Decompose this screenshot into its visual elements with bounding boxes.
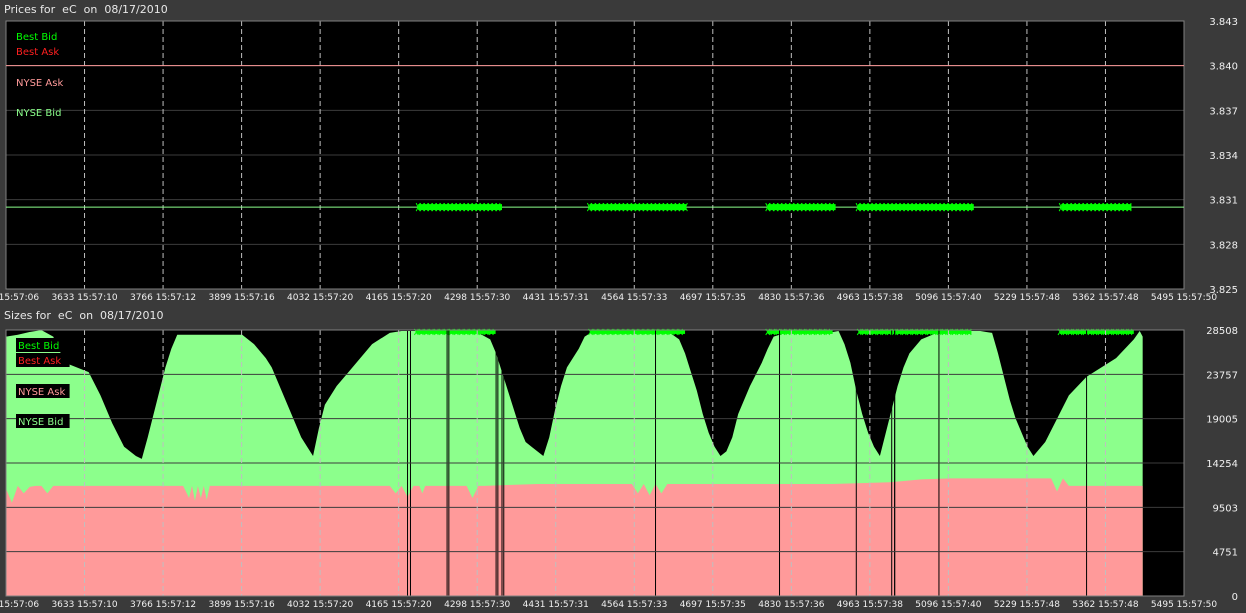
x-tick-label: 3633 15:57:10 (51, 600, 117, 610)
x-tick-label: 5096 15:57:40 (915, 600, 981, 610)
y-tick-label: 19005 (1206, 415, 1238, 426)
x-tick-label: 3766 15:57:12 (130, 293, 196, 303)
x-tick-label: 4963 15:57:38 (837, 600, 903, 610)
x-tick-label: 3766 15:57:12 (130, 600, 196, 610)
legend-best-ask: Best Ask (18, 356, 61, 367)
y-tick-label: 0 (1232, 592, 1238, 603)
best-bid-segment (767, 204, 836, 211)
x-tick-label: 4697 15:57:35 (680, 293, 746, 303)
x-tick-label: 5362 15:57:48 (1072, 293, 1138, 303)
x-tick-label: 4963 15:57:38 (837, 293, 903, 303)
sizes-panel: Sizes for eC on 08/17/2010 28508 23757 190… (0, 306, 1246, 613)
legend-best-bid: Best Bid (16, 32, 57, 43)
x-tick-label: 5495 15:57:50 (1151, 600, 1217, 610)
x-tick-label: 5362 15:57:48 (1072, 600, 1138, 610)
legend-nyse-ask: NYSE Ask (16, 78, 63, 89)
x-tick-label: 5495 15:57:50 (1151, 293, 1217, 303)
y-tick-label: 3.840 (1209, 62, 1238, 73)
y-tick-label: 9503 (1213, 503, 1238, 514)
y-tick-label: 3.834 (1209, 151, 1238, 162)
x-tick-label: 4697 15:57:35 (680, 600, 746, 610)
x-tick-label: 4032 15:57:20 (287, 600, 353, 610)
x-tick-label: 3899 15:57:16 (209, 293, 275, 303)
legend-nyse-ask: NYSE Ask (18, 387, 65, 398)
x-tick-label: 5096 15:57:40 (915, 293, 981, 303)
y-tick-label: 28508 (1206, 326, 1238, 337)
y-tick-label: 14254 (1206, 459, 1238, 470)
area-nyse-ask (6, 478, 1143, 596)
x-tick-label: 3899 15:57:16 (209, 600, 275, 610)
y-tick-label: 3.837 (1209, 106, 1238, 117)
x-tick-label: 4830 15:57:36 (758, 293, 824, 303)
x-tick-label: 4564 15:57:33 (601, 600, 667, 610)
x-tick-label: 3633 15:57:10 (51, 293, 117, 303)
sizes-chart: 28508 23757 19005 14254 9503 4751 0 3500 15:57:… (0, 326, 1238, 610)
x-tick-label: 4298 15:57:30 (444, 600, 510, 610)
x-tick-label: 3500 15:57:06 (0, 600, 39, 610)
y-tick-label: 3.843 (1209, 17, 1238, 28)
legend-nyse-bid: NYSE Bid (18, 417, 63, 428)
x-tick-label: 4165 15:57:20 (366, 293, 432, 303)
y-tick-label: 23757 (1206, 370, 1238, 381)
x-tick-label: 4564 15:57:33 (601, 293, 667, 303)
x-tick-label: 4032 15:57:20 (287, 293, 353, 303)
legend-best-bid: Best Bid (18, 341, 59, 352)
y-tick-label: 3.831 (1209, 196, 1238, 207)
x-tick-label: 5229 15:57:48 (994, 600, 1060, 610)
legend-best-ask: Best Ask (16, 47, 59, 58)
y-tick-label: 3.828 (1209, 240, 1238, 251)
x-tick-label: 4830 15:57:36 (758, 600, 824, 610)
x-tick-label: 3500 15:57:06 (0, 293, 39, 303)
y-tick-label: 4751 (1213, 548, 1238, 559)
legend-nyse-bid: NYSE Bid (16, 108, 61, 119)
prices-panel: Prices for eC on 08/17/2010 3.843 3.840 3.… (0, 0, 1246, 306)
x-tick-label: 4431 15:57:31 (523, 600, 589, 610)
x-tick-label: 4431 15:57:31 (523, 293, 589, 303)
x-tick-label: 4298 15:57:30 (444, 293, 510, 303)
x-tick-label: 4165 15:57:20 (366, 600, 432, 610)
x-tick-label: 5229 15:57:48 (994, 293, 1060, 303)
prices-chart: 3.8433.8403.8373.8343.8313.8283.8253500 … (0, 17, 1238, 303)
